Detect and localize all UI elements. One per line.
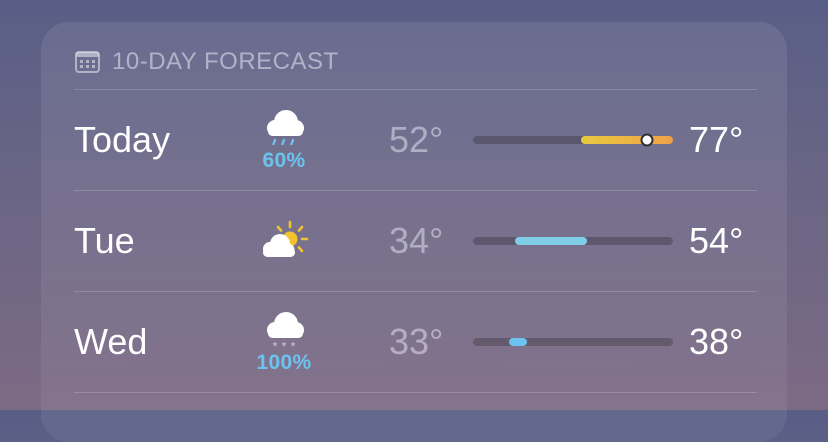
cloud-sun-icon — [263, 220, 309, 257]
weather-condition: * * * 100% — [245, 292, 323, 392]
cloud-snow-icon: * * * — [267, 312, 304, 349]
low-temp: 34° — [389, 220, 444, 261]
forecast-card: 10-DAY FORECAST Today 60% 52° 77° Tue 34… — [41, 22, 787, 442]
forecast-row-today[interactable]: Today 60% 52° 77° — [41, 90, 787, 190]
forecast-row-tue[interactable]: Tue 34° 54° — [41, 191, 787, 291]
day-label: Tue — [74, 220, 135, 261]
day-label: Wed — [74, 321, 148, 362]
divider — [74, 392, 757, 393]
temperature-range-bar — [473, 133, 673, 147]
temperature-range-bar — [473, 338, 673, 346]
forecast-header: 10-DAY FORECAST — [75, 48, 339, 76]
low-temp: 33° — [389, 321, 444, 362]
temperature-range-fill — [509, 338, 527, 346]
day-label: Today — [74, 119, 171, 160]
precipitation-chance: 60% — [262, 149, 306, 172]
cloud-rain-icon — [267, 110, 304, 146]
svg-text:*: * — [273, 341, 278, 349]
low-temp: 52° — [389, 119, 444, 160]
forecast-row-wed[interactable]: Wed * * * 100% 33° 38° — [41, 292, 787, 392]
high-temp: 54° — [689, 220, 744, 261]
temperature-range-fill — [581, 136, 673, 144]
svg-text:*: * — [291, 341, 296, 349]
weather-condition: 60% — [245, 90, 323, 190]
weather-condition — [245, 191, 323, 291]
precipitation-chance: 100% — [256, 351, 312, 374]
svg-text:*: * — [282, 341, 287, 349]
high-temp: 38° — [689, 321, 744, 362]
forecast-title: 10-DAY FORECAST — [112, 48, 339, 75]
calendar-icon — [75, 51, 100, 73]
temperature-range-bar — [473, 237, 673, 245]
temperature-range-fill — [515, 237, 587, 245]
high-temp: 77° — [689, 119, 744, 160]
current-temp-indicator — [640, 133, 654, 147]
